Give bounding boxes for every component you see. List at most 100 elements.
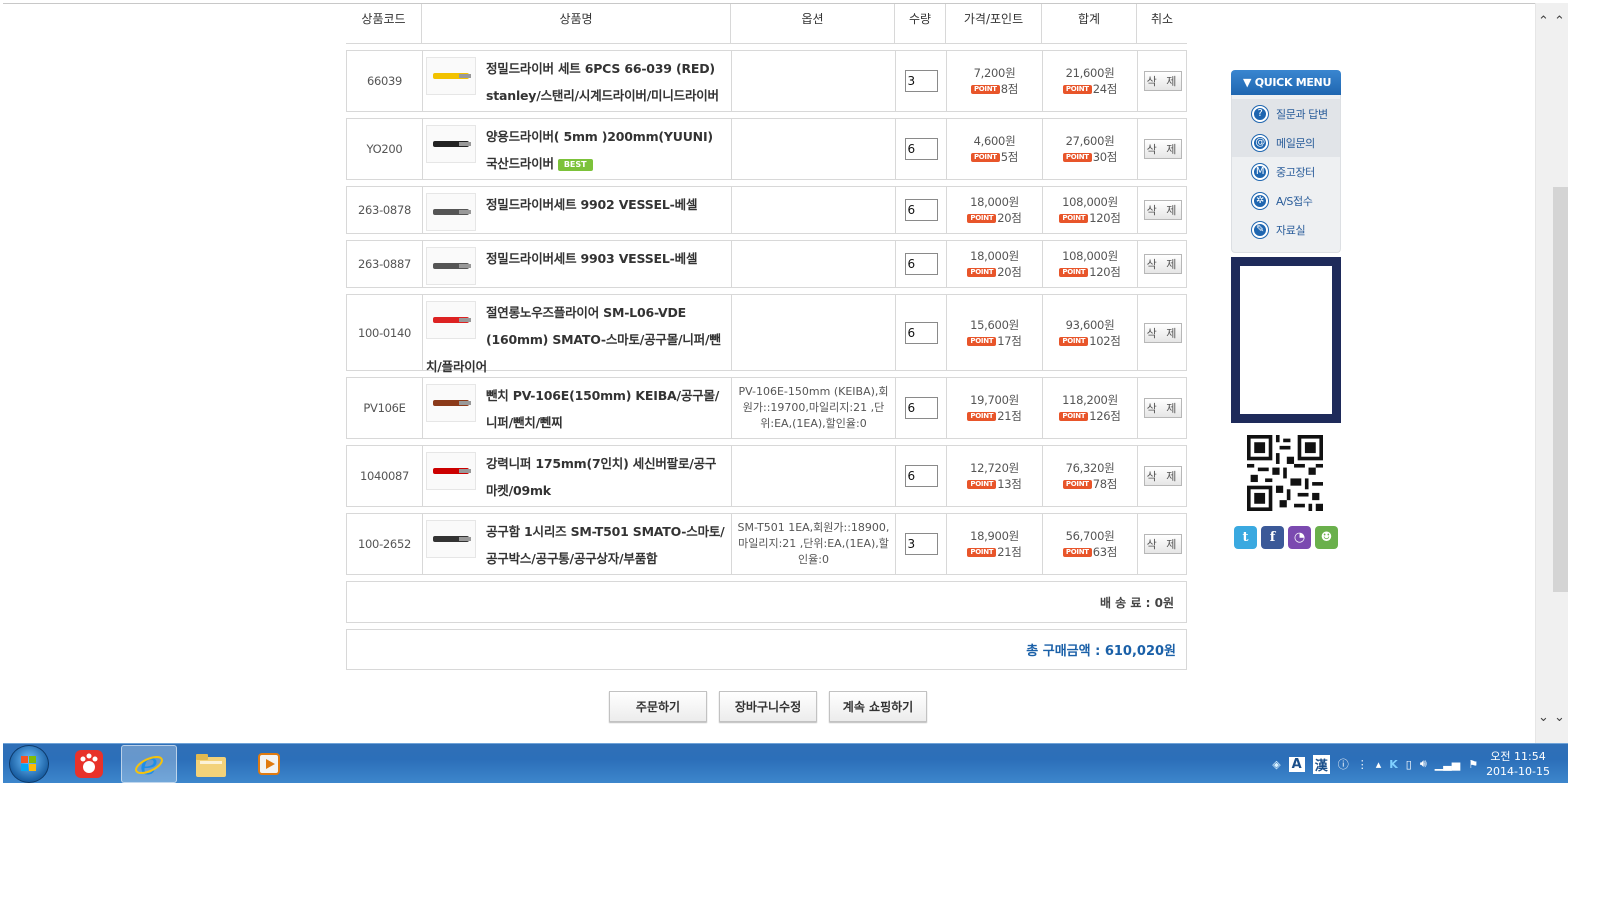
scroll-up-icon[interactable]: ⌃ <box>1554 14 1565 29</box>
taskbar-app-media[interactable] <box>243 745 295 783</box>
cell-total: 21,600원 POINT 24점 <box>1043 51 1138 111</box>
table-row: 100-0140 절연롱노우즈플라이어 SM-L06-VDE (160mm) SM… <box>346 294 1187 374</box>
product-thumbnail[interactable] <box>426 301 476 339</box>
order-button[interactable]: 주문하기 <box>609 691 707 722</box>
quantity-input[interactable] <box>904 465 938 487</box>
show-hidden-icons-icon[interactable]: ▴ <box>1376 758 1382 771</box>
scroll-down-icon[interactable]: ⌄ <box>1538 710 1549 725</box>
scroll-down-icon[interactable]: ⌄ <box>1554 710 1565 725</box>
quantity-input[interactable] <box>904 321 938 344</box>
taskbar-app-paw[interactable] <box>63 745 115 783</box>
power-icon[interactable]: ▯ <box>1406 758 1412 771</box>
product-code: 66039 <box>366 74 403 88</box>
flag-icon[interactable]: ⚑ <box>1468 758 1478 771</box>
table-row: YO200 양용드라이버( 5mm )200mm(YUUNI) 국산드라이버 BES… <box>346 118 1187 180</box>
folder-icon <box>196 754 226 777</box>
ime-options-icon[interactable]: ⋮ <box>1357 758 1368 771</box>
quick-menu-item-mail[interactable]: @ 메일문의 <box>1232 128 1340 157</box>
quantity-input[interactable] <box>904 199 938 221</box>
delete-button[interactable]: 삭 제 <box>1144 139 1182 159</box>
delete-button[interactable]: 삭 제 <box>1144 254 1182 274</box>
delete-button[interactable]: 삭 제 <box>1144 200 1182 220</box>
facebook-icon[interactable]: f <box>1261 526 1284 549</box>
cell-product: 정밀드라이버세트 9902 VESSEL-베셀 <box>423 187 732 233</box>
twitter-icon[interactable]: t <box>1234 526 1257 549</box>
product-name-link[interactable]: 뺀치 PV-106E(150mm) KEIBA/공구몰/니퍼/뺀치/뻰찌 <box>486 388 719 430</box>
quantity-input[interactable] <box>904 253 938 275</box>
product-thumbnail[interactable] <box>426 384 476 422</box>
product-option <box>812 208 816 212</box>
product-option <box>812 331 816 335</box>
edit-cart-button[interactable]: 장바구니수정 <box>719 691 817 722</box>
continue-shopping-button[interactable]: 계속 쇼핑하기 <box>829 691 927 722</box>
product-name-link[interactable]: 정밀드라이버 세트 6PCS 66-039 (RED) stanley/스탠리/… <box>486 61 719 103</box>
internet-explorer-icon: e <box>135 748 163 780</box>
ime-mode-indicator[interactable]: A <box>1288 756 1305 772</box>
network-globe-icon[interactable]: ◈ <box>1272 758 1280 771</box>
cell-option: PV-106E-150mm (KEIBA),회원가::19700,마일리지:21… <box>732 378 896 438</box>
cell-option <box>732 446 896 506</box>
shipping-fee: 배 송 료 : 0원 <box>346 581 1187 623</box>
k-app-icon[interactable]: K <box>1389 758 1398 771</box>
delete-button[interactable]: 삭 제 <box>1144 322 1182 343</box>
quantity-input[interactable] <box>904 397 938 419</box>
cart-actions: 주문하기 장바구니수정 계속 쇼핑하기 <box>609 691 927 722</box>
taskbar-app-ie[interactable]: e <box>121 745 177 783</box>
quantity-input[interactable] <box>904 70 938 92</box>
signal-icon[interactable]: ▁▃▅ <box>1435 758 1460 771</box>
start-button[interactable] <box>9 745 49 783</box>
product-thumbnail[interactable] <box>426 193 476 231</box>
cell-product: 뺀치 PV-106E(150mm) KEIBA/공구몰/니퍼/뺀치/뻰찌 <box>423 378 732 438</box>
quantity-input[interactable] <box>904 138 938 160</box>
quick-menu-item-market[interactable]: M 중고장터 <box>1232 157 1340 186</box>
quick-banner[interactable] <box>1231 257 1341 423</box>
product-name-link[interactable]: 양용드라이버( 5mm )200mm(YUUNI) 국산드라이버 <box>486 129 713 171</box>
quick-menu-item-archive[interactable]: ✎ 자료실 <box>1232 215 1340 244</box>
delete-button[interactable]: 삭 제 <box>1144 534 1182 554</box>
cell-product: 공구함 1시리즈 SM-T501 SMATO-스마토/공구박스/공구통/공구상자… <box>423 514 732 574</box>
scroll-up-icon[interactable]: ⌃ <box>1538 14 1549 29</box>
taskbar-app-explorer[interactable] <box>185 745 237 783</box>
cell-option <box>732 295 896 370</box>
cell-code: 263-0887 <box>347 241 423 287</box>
product-option <box>812 474 816 478</box>
quick-menu-item-qna[interactable]: ? 질문과 답변 <box>1232 99 1340 128</box>
product-image-icon <box>433 536 471 542</box>
point-badge: POINT <box>1062 548 1092 557</box>
cell-product: 정밀드라이버 세트 6PCS 66-039 (RED) stanley/스탠리/… <box>423 51 732 111</box>
product-code: YO200 <box>366 142 403 156</box>
product-thumbnail[interactable] <box>426 520 476 558</box>
cell-cancel: 삭 제 <box>1138 241 1188 287</box>
delete-button[interactable]: 삭 제 <box>1144 466 1182 486</box>
market-icon: M <box>1252 163 1268 180</box>
product-name-link[interactable]: 정밀드라이버세트 9903 VESSEL-베셀 <box>486 251 697 266</box>
scrollbar-thumb[interactable] <box>1553 187 1568 592</box>
table-row: 263-0878 정밀드라이버세트 9902 VESSEL-베셀 18,000원 PO… <box>346 186 1187 234</box>
cell-code: 263-0878 <box>347 187 423 233</box>
product-thumbnail[interactable] <box>426 247 476 285</box>
product-name-link[interactable]: 강력니퍼 175mm(7인치) 세신버팔로/공구마켓/09mk <box>486 456 716 498</box>
product-thumbnail[interactable] <box>426 125 476 163</box>
character-icon[interactable]: ☻ <box>1315 526 1338 549</box>
browser-viewport: 상품코드 상품명 옵션 수량 가격/포인트 합계 취소 66039 정밀드라이버 … <box>3 3 1568 743</box>
quantity-input[interactable] <box>904 533 938 555</box>
at-sign-icon: @ <box>1252 134 1268 151</box>
table-row: PV106E 뺀치 PV-106E(150mm) KEIBA/공구몰/니퍼/뺀치/… <box>346 377 1187 439</box>
delete-button[interactable]: 삭 제 <box>1144 398 1182 418</box>
system-tray: ◈ A 漢 ⓘ ⋮ ▴ K ▯ 🔊︎ ▁▃▅ ⚑ 오전 11:54 2014-1… <box>1272 744 1568 784</box>
unit-price: 18,000원 <box>970 195 1019 209</box>
delete-button[interactable]: 삭 제 <box>1144 71 1182 91</box>
system-clock[interactable]: 오전 11:54 2014-10-15 <box>1486 749 1550 779</box>
product-thumbnail[interactable] <box>426 57 476 95</box>
quick-menu-item-as[interactable]: ✲ A/S접수 <box>1232 186 1340 215</box>
product-name-link[interactable]: 정밀드라이버세트 9902 VESSEL-베셀 <box>486 197 697 212</box>
table-row: 1040087 강력니퍼 175mm(7인치) 세신버팔로/공구마켓/09mk 12… <box>346 445 1187 507</box>
unit-point: 20점 <box>997 265 1022 279</box>
messenger-icon[interactable]: ◔ <box>1288 526 1311 549</box>
product-name-link[interactable]: 공구함 1시리즈 SM-T501 SMATO-스마토/공구박스/공구통/공구상자… <box>486 524 725 566</box>
product-thumbnail[interactable] <box>426 452 476 490</box>
question-icon: ? <box>1252 105 1268 122</box>
volume-icon[interactable]: 🔊︎ <box>1420 757 1427 771</box>
ime-hanja-indicator[interactable]: 漢 <box>1312 754 1330 774</box>
help-icon[interactable]: ⓘ <box>1338 756 1349 772</box>
